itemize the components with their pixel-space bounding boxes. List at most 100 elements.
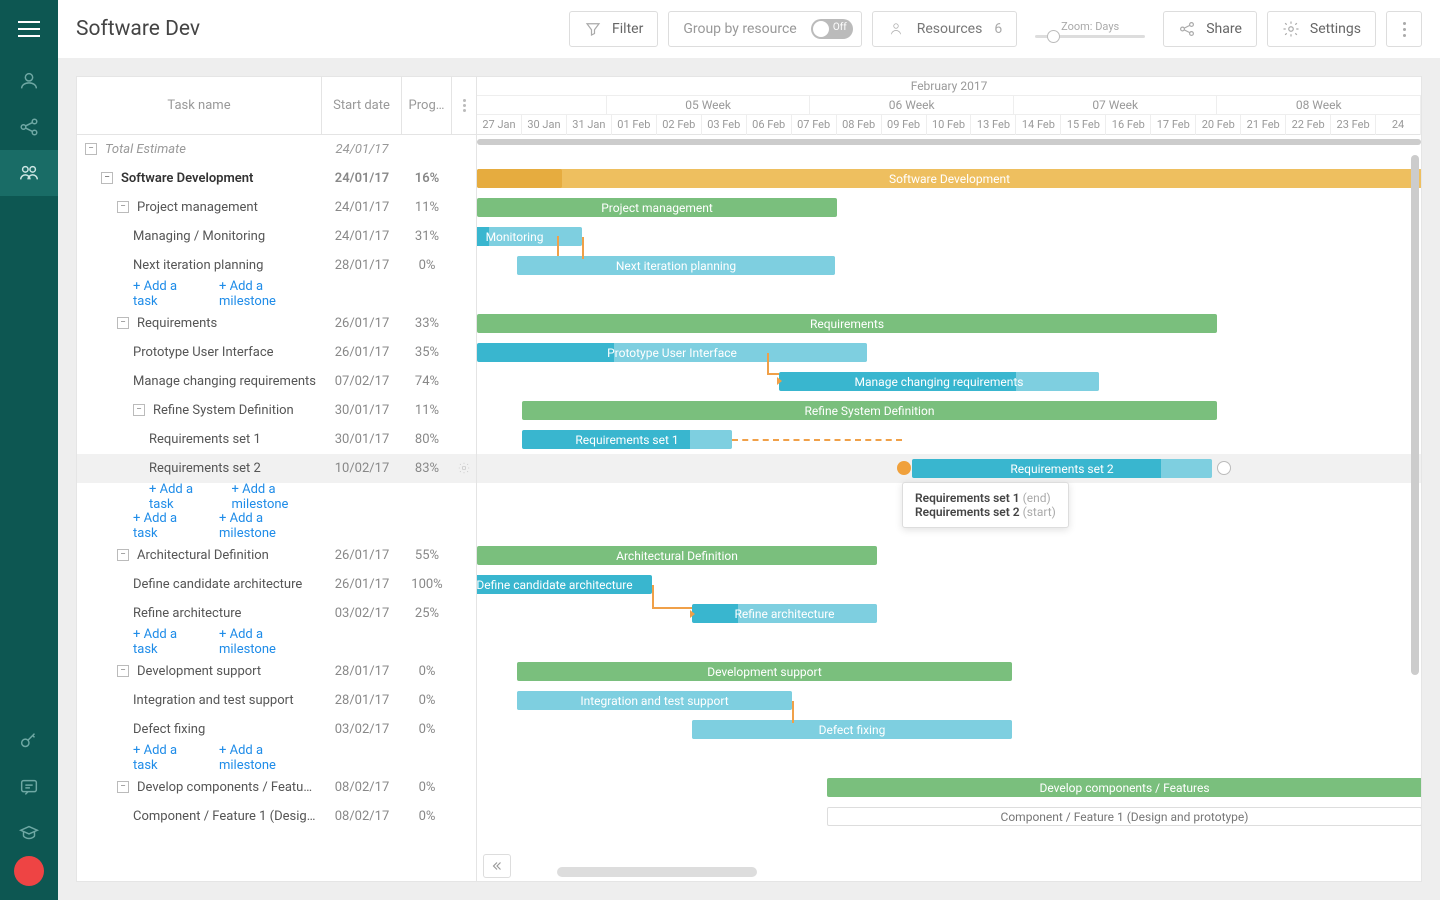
task-progress: 55% [402,548,452,563]
task-row[interactable]: Define candidate architecture26/01/17100… [77,570,476,599]
group-by-select[interactable]: Group by resource Off [668,11,861,47]
gantt-bar[interactable]: Development support [517,662,1012,681]
task-name: Requirements [137,316,322,331]
task-row[interactable]: Next iteration planning28/01/170% [77,251,476,280]
horizontal-scrollbar[interactable] [557,867,1391,877]
task-progress: 80% [402,432,452,447]
rail-share-icon[interactable] [0,104,58,150]
col-start-date[interactable]: Start date [322,77,402,134]
user-avatar[interactable] [14,856,44,886]
task-progress: 0% [402,664,452,679]
gantt-bar[interactable]: Requirements [477,314,1217,333]
filter-label: Filter [612,21,643,37]
task-row[interactable]: + Add a task + Add a milestone [77,744,476,773]
task-row[interactable]: −Development support28/01/170% [77,657,476,686]
gantt-bar[interactable]: Requirements set 1 [522,430,732,449]
task-progress: 100% [402,577,452,592]
task-name: Integration and test support [133,693,322,708]
task-row[interactable]: −Requirements26/01/1733% [77,309,476,338]
gear-icon[interactable] [457,461,471,475]
task-row[interactable]: Prototype User Interface26/01/1735% [77,338,476,367]
add-task-link[interactable]: + Add a task [133,743,199,773]
gantt-chart[interactable]: Software Development Project management Mo… [477,135,1421,881]
gantt-bar[interactable]: Component / Feature 1 (Design and protot… [827,807,1421,826]
gantt-bar[interactable]: Architectural Definition [477,546,877,565]
resources-button[interactable]: Resources 6 [872,11,1017,47]
gantt-bar[interactable]: Manage changing requirements [779,372,1099,391]
add-task-link[interactable]: + Add a task [133,279,199,309]
collapse-pane-button[interactable] [483,854,511,878]
more-menu-button[interactable] [1386,11,1422,47]
add-task-link[interactable]: + Add a task [149,482,212,512]
add-milestone-link[interactable]: + Add a milestone [232,482,323,512]
add-task-link[interactable]: + Add a task [133,627,199,657]
zoom-slider[interactable]: Zoom: Days [1035,20,1145,38]
gantt-bar[interactable]: Project management [477,198,837,217]
task-progress: 16% [402,171,452,186]
rail-user-icon[interactable] [0,58,58,104]
share-button[interactable]: Share [1163,11,1257,47]
task-row[interactable]: Requirements set 130/01/1780% [77,425,476,454]
task-row[interactable]: −Develop components / Features08/02/170% [77,773,476,802]
gantt-bar[interactable]: Integration and test support [517,691,792,710]
add-milestone-link[interactable]: + Add a milestone [219,627,315,657]
rail-team-icon[interactable] [0,150,58,196]
task-row[interactable]: Managing / Monitoring24/01/1731% [77,222,476,251]
collapse-toggle[interactable]: − [117,549,129,561]
task-row[interactable]: −Architectural Definition26/01/1755% [77,541,476,570]
timeline-week: 08 Week [1217,96,1421,114]
filter-button[interactable]: Filter [569,11,658,47]
task-row[interactable]: −Refine System Definition30/01/1711% [77,396,476,425]
task-row[interactable]: + Add a task + Add a milestone [77,512,476,541]
topbar: Software Dev Filter Group by resource Of… [58,0,1440,58]
gantt-bar[interactable]: Refine System Definition [522,401,1217,420]
link-start-dot[interactable] [897,461,911,475]
gantt-bar[interactable]: Software Development [477,169,1421,188]
collapse-toggle[interactable]: − [133,404,145,416]
gantt-bar[interactable]: Requirements set 2 [912,459,1212,478]
gantt-bar[interactable] [477,169,562,188]
task-row[interactable]: Component / Feature 1 (Design and protot… [77,802,476,831]
add-milestone-link[interactable]: + Add a milestone [219,511,315,541]
collapse-toggle[interactable]: − [117,201,129,213]
add-milestone-link[interactable]: + Add a milestone [219,279,315,309]
rail-key-icon[interactable] [0,718,58,764]
task-row[interactable]: Integration and test support28/01/170% [77,686,476,715]
gantt-bar[interactable]: Refine architecture [692,604,877,623]
collapse-toggle[interactable]: − [117,781,129,793]
gantt-bar[interactable]: Develop components / Features [827,778,1421,797]
menu-icon[interactable] [0,0,58,58]
col-task-name[interactable]: Task name [77,77,322,134]
collapse-toggle[interactable]: − [101,172,113,184]
task-row[interactable]: + Add a task + Add a milestone [77,483,476,512]
rail-grad-icon[interactable] [0,810,58,856]
collapse-toggle[interactable]: − [85,143,97,155]
col-progress[interactable]: Prog… [402,77,452,134]
gantt-bar[interactable]: Defect fixing [692,720,1012,739]
task-row[interactable]: Manage changing requirements07/02/1774% [77,367,476,396]
timeline-day: 16 Feb [1106,115,1151,135]
task-row[interactable]: Refine architecture03/02/1725% [77,599,476,628]
collapse-toggle[interactable]: − [117,665,129,677]
gantt-bar[interactable]: Prototype User Interface [477,343,867,362]
group-by-toggle[interactable]: Off [811,19,853,39]
vertical-scrollbar[interactable] [1409,155,1421,841]
task-date: 28/01/17 [322,693,402,708]
gantt-bar[interactable]: Next iteration planning [517,256,835,275]
task-row[interactable]: Requirements set 210/02/1783% [77,454,476,483]
gantt-bar[interactable]: Monitoring [477,227,582,246]
task-row[interactable]: + Add a task + Add a milestone [77,280,476,309]
rail-chat-icon[interactable] [0,764,58,810]
task-row[interactable]: −Software Development24/01/1716% [77,164,476,193]
settings-button[interactable]: Settings [1267,11,1376,47]
add-milestone-link[interactable]: + Add a milestone [219,743,315,773]
task-row[interactable]: + Add a task + Add a milestone [77,628,476,657]
add-task-link[interactable]: + Add a task [133,511,199,541]
gantt-bar[interactable]: Define candidate architecture [477,575,652,594]
task-row[interactable]: −Total Estimate24/01/17 [77,135,476,164]
collapse-toggle[interactable]: − [117,317,129,329]
task-row[interactable]: −Project management24/01/1711% [77,193,476,222]
link-end-dot[interactable] [1217,461,1231,475]
task-row[interactable]: Defect fixing03/02/170% [77,715,476,744]
col-menu-button[interactable] [452,99,476,112]
